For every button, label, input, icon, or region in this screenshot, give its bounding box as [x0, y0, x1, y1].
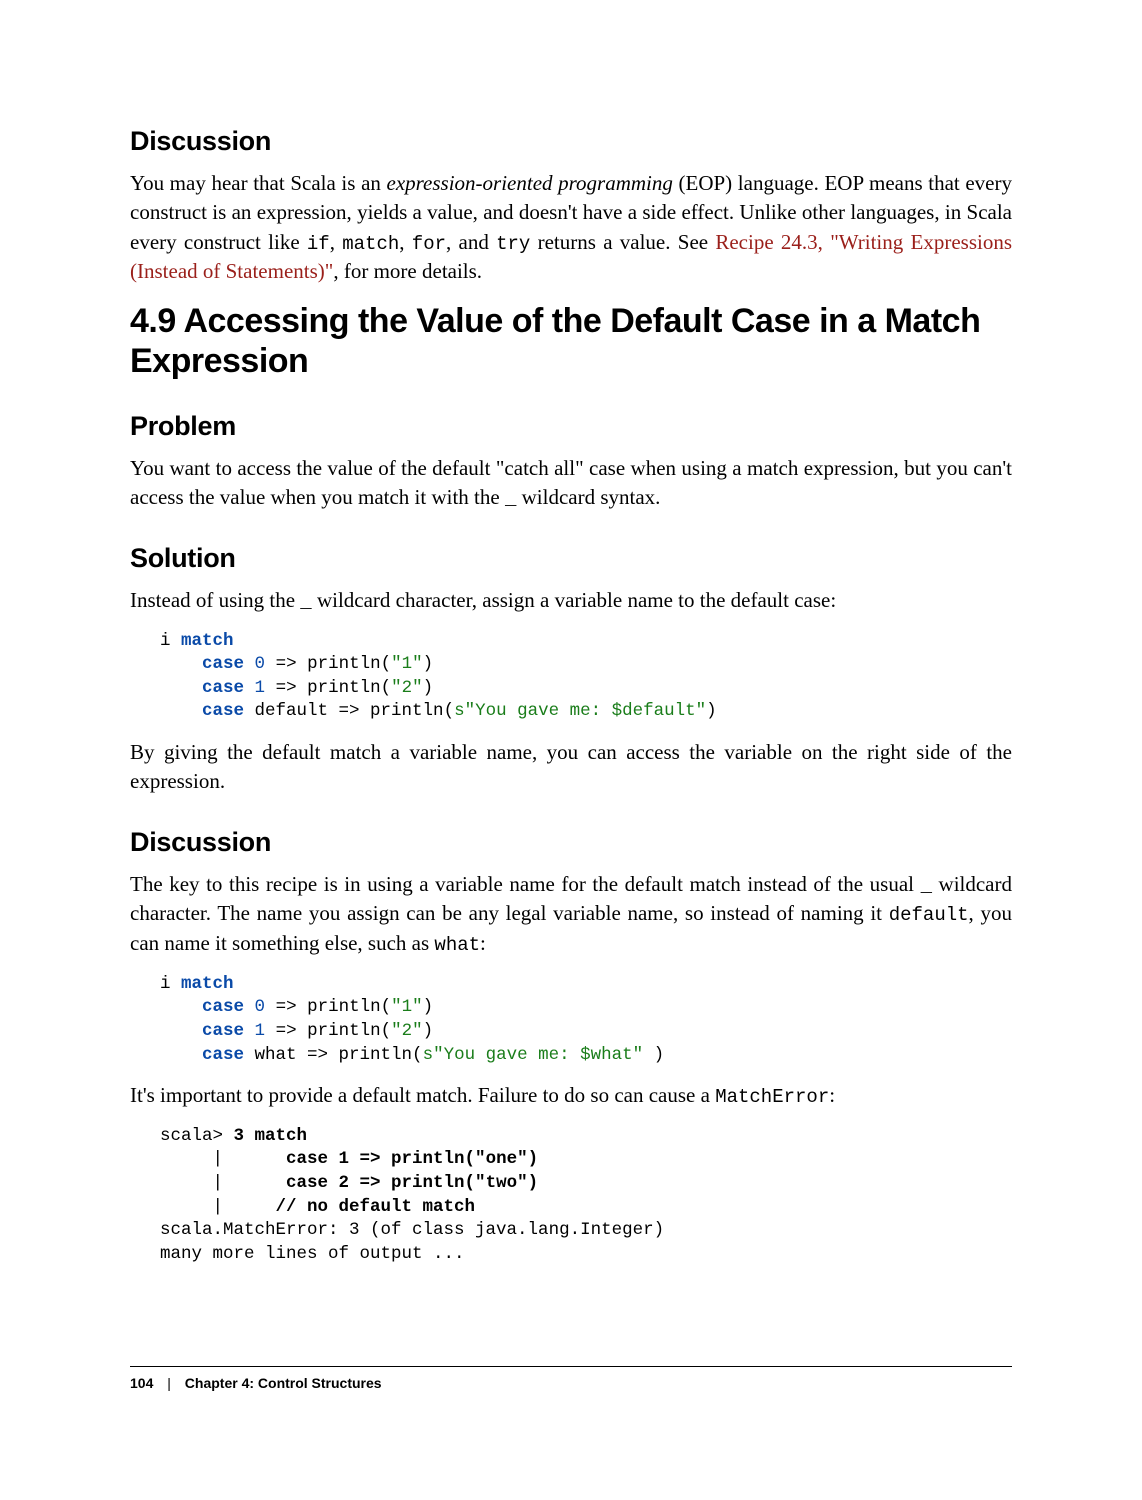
solution-after: By giving the default match a variable n…	[130, 738, 1012, 797]
number-literal: 1	[255, 678, 266, 698]
repl-input: case 1 => println("one")	[286, 1149, 538, 1169]
code-text: )	[423, 654, 434, 674]
code-text	[160, 678, 202, 698]
code-text	[244, 678, 255, 698]
code-text	[160, 997, 202, 1017]
string-literal: "1"	[391, 997, 423, 1017]
code-text: )	[423, 997, 434, 1017]
keyword-case: case	[202, 1021, 244, 1041]
keyword-match: match	[181, 631, 234, 651]
page-number: 104	[130, 1375, 153, 1391]
keyword-case: case	[202, 678, 244, 698]
section-title: 4.9 Accessing the Value of the Default C…	[130, 301, 1012, 381]
code-text: )	[423, 678, 434, 698]
text: wildcard syntax.	[516, 485, 660, 509]
repl-prompt: |	[160, 1173, 286, 1193]
string-literal: s"You gave me: $default"	[454, 701, 706, 721]
code-text: => println(	[265, 678, 391, 698]
code-text	[244, 1021, 255, 1041]
code-block-1: i match case 0 => println("1") case 1 =>…	[160, 630, 1012, 725]
string-literal: "2"	[391, 1021, 423, 1041]
text: ,	[399, 230, 412, 254]
code-inline-underscore: _	[921, 875, 932, 897]
repl-input: // no default match	[276, 1197, 476, 1217]
string-literal: "2"	[391, 678, 423, 698]
discussion2-paragraph-1: The key to this recipe is in using a var…	[130, 870, 1012, 959]
discussion-heading-2: Discussion	[130, 827, 1012, 858]
code-text: what => println(	[244, 1045, 423, 1065]
code-text	[244, 997, 255, 1017]
code-inline-match: match	[342, 233, 399, 255]
code-text	[160, 701, 202, 721]
discussion-heading-1: Discussion	[130, 126, 1012, 157]
emphasis: expression-oriented programming	[387, 171, 673, 195]
code-text	[160, 1045, 202, 1065]
code-inline-try: try	[496, 233, 530, 255]
problem-heading: Problem	[130, 411, 1012, 442]
repl-output: many more lines of output ...	[160, 1244, 465, 1264]
repl-prompt: |	[160, 1149, 286, 1169]
discussion2-paragraph-2: It's important to provide a default matc…	[130, 1081, 1012, 1111]
code-inline-what: what	[434, 934, 480, 956]
code-text: => println(	[265, 654, 391, 674]
code-text	[160, 1021, 202, 1041]
code-text: => println(	[265, 1021, 391, 1041]
string-literal: "1"	[391, 654, 423, 674]
code-text: )	[643, 1045, 664, 1065]
page: Discussion You may hear that Scala is an…	[0, 0, 1142, 1451]
code-text: => println(	[265, 997, 391, 1017]
code-text	[244, 654, 255, 674]
code-inline-if: if	[307, 233, 330, 255]
code-block-2: i match case 0 => println("1") case 1 =>…	[160, 973, 1012, 1068]
text: returns a value. See	[530, 230, 715, 254]
chapter-label: Chapter 4: Control Structures	[185, 1375, 382, 1391]
text: , and	[446, 230, 496, 254]
keyword-case: case	[202, 1045, 244, 1065]
solution-intro: Instead of using the _ wildcard characte…	[130, 586, 1012, 616]
code-text: )	[423, 1021, 434, 1041]
number-literal: 0	[255, 654, 266, 674]
text: It's important to provide a default matc…	[130, 1083, 715, 1107]
keyword-case: case	[202, 701, 244, 721]
code-text: )	[706, 701, 717, 721]
string-literal: s"You gave me: $what"	[423, 1045, 644, 1065]
text: wildcard character, assign a variable na…	[312, 588, 837, 612]
code-text: i	[160, 631, 181, 651]
problem-paragraph: You want to access the value of the defa…	[130, 454, 1012, 513]
number-literal: 1	[255, 1021, 266, 1041]
keyword-match: match	[181, 974, 234, 994]
code-text: i	[160, 974, 181, 994]
solution-heading: Solution	[130, 543, 1012, 574]
page-footer: 104 | Chapter 4: Control Structures	[130, 1375, 1012, 1391]
code-text: default => println(	[244, 701, 454, 721]
discussion-paragraph-1: You may hear that Scala is an expression…	[130, 169, 1012, 287]
text: ,	[330, 230, 343, 254]
keyword-case: case	[202, 654, 244, 674]
text: You may hear that Scala is an	[130, 171, 387, 195]
code-inline-matcherror: MatchError	[715, 1086, 829, 1108]
code-inline-underscore: _	[300, 591, 311, 613]
repl-output: scala.MatchError: 3 (of class java.lang.…	[160, 1220, 664, 1240]
number-literal: 0	[255, 997, 266, 1017]
repl-prompt: scala>	[160, 1126, 234, 1146]
keyword-case: case	[202, 997, 244, 1017]
code-inline-default: default	[889, 904, 969, 926]
text: The key to this recipe is in using a var…	[130, 872, 921, 896]
code-text	[160, 654, 202, 674]
code-inline-for: for	[412, 233, 446, 255]
text: :	[829, 1083, 835, 1107]
repl-prompt: |	[160, 1197, 276, 1217]
text: :	[480, 931, 486, 955]
code-block-3: scala> 3 match | case 1 => println("one"…	[160, 1125, 1012, 1267]
text: , for more details.	[333, 259, 482, 283]
footer-separator: |	[167, 1375, 171, 1391]
footer-rule	[130, 1366, 1012, 1367]
repl-input: 3 match	[234, 1126, 308, 1146]
repl-input: case 2 => println("two")	[286, 1173, 538, 1193]
code-inline-underscore: _	[505, 488, 516, 510]
text: Instead of using the	[130, 588, 300, 612]
